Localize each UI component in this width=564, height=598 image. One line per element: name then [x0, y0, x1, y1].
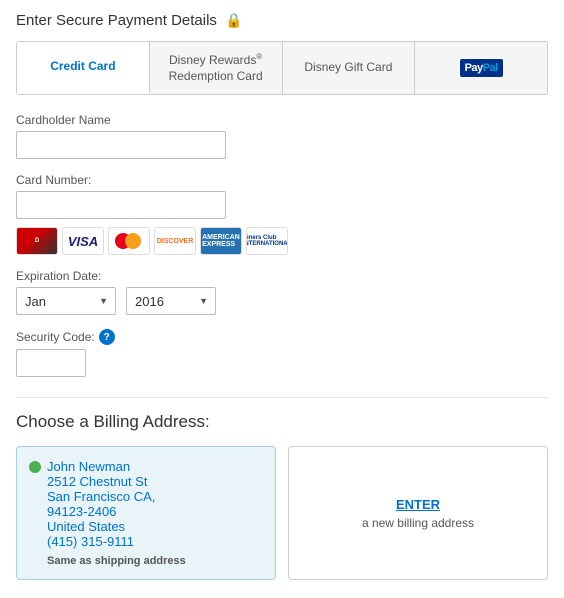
page-title: Enter Secure Payment Details: [16, 12, 217, 29]
expiry-label: Expiration Date:: [16, 269, 548, 283]
address-name: John Newman: [47, 459, 155, 474]
billing-address-card-selected[interactable]: John Newman 2512 Chestnut St San Francis…: [16, 446, 276, 580]
tab-disney-rewards[interactable]: Disney Rewards®Redemption Card: [150, 42, 283, 94]
billing-cards: John Newman 2512 Chestnut St San Francis…: [16, 446, 548, 580]
year-select-wrap: 2016201720182019 2020202120222023 202420…: [126, 287, 216, 315]
enter-billing-link[interactable]: ENTER: [396, 497, 440, 512]
visa-card-icon: VISA: [62, 227, 104, 255]
tab-paypal[interactable]: PayPal: [415, 42, 547, 94]
billing-enter-card[interactable]: ENTER a new billing address: [288, 446, 548, 580]
cardholder-name-group: Cardholder Name: [16, 113, 548, 159]
address-phone: (415) 315-9111: [47, 534, 155, 549]
expiry-row: JanFebMarApr MayJunJulAug SepOctNovDec 2…: [16, 287, 548, 315]
security-code-label-row: Security Code: ?: [16, 329, 548, 345]
radio-selected-dot: [29, 461, 41, 473]
card-number-group: Card Number: D VISA DISCOVER AMERICANEXP…: [16, 173, 548, 255]
same-shipping-label: Same as shipping address: [47, 555, 263, 567]
disney-card-icon: D: [16, 227, 58, 255]
address-details: John Newman 2512 Chestnut St San Francis…: [47, 459, 155, 549]
billing-title: Choose a Billing Address:: [16, 412, 548, 432]
security-help-icon[interactable]: ?: [99, 329, 115, 345]
security-code-label: Security Code:: [16, 330, 95, 344]
mastercard-icon: [108, 227, 150, 255]
month-select[interactable]: JanFebMarApr MayJunJulAug SepOctNovDec: [16, 287, 116, 315]
month-select-wrap: JanFebMarApr MayJunJulAug SepOctNovDec: [16, 287, 116, 315]
amex-icon: AMERICANEXPRESS: [200, 227, 242, 255]
page-header: Enter Secure Payment Details 🔒: [16, 12, 548, 29]
year-select[interactable]: 2016201720182019 2020202120222023 202420…: [126, 287, 216, 315]
discover-icon: DISCOVER: [154, 227, 196, 255]
paypal-logo: PayPal: [460, 59, 503, 77]
card-icons: D VISA DISCOVER AMERICANEXPRESS Diners C…: [16, 227, 548, 255]
address-line4: United States: [47, 519, 155, 534]
tab-disney-gift[interactable]: Disney Gift Card: [283, 42, 416, 94]
billing-section: Choose a Billing Address: John Newman 25…: [16, 397, 548, 580]
enter-billing-content: ENTER a new billing address: [301, 459, 535, 567]
payment-tabs: Credit Card Disney Rewards®Redemption Ca…: [16, 41, 548, 95]
address-radio: John Newman 2512 Chestnut St San Francis…: [29, 459, 263, 549]
security-code-input[interactable]: [16, 349, 86, 377]
card-number-input[interactable]: [16, 191, 226, 219]
enter-billing-sub: a new billing address: [362, 516, 474, 530]
address-line1: 2512 Chestnut St: [47, 474, 155, 489]
tab-credit-card[interactable]: Credit Card: [17, 42, 150, 94]
security-code-group: Security Code: ?: [16, 329, 548, 377]
lock-icon: 🔒: [225, 12, 242, 29]
address-line3: 94123-2406: [47, 504, 155, 519]
expiry-group: Expiration Date: JanFebMarApr MayJunJulA…: [16, 269, 548, 315]
address-line2: San Francisco CA,: [47, 489, 155, 504]
cardholder-name-input[interactable]: [16, 131, 226, 159]
diners-icon: Diners ClubINTERNATIONAL: [246, 227, 288, 255]
cardholder-name-label: Cardholder Name: [16, 113, 548, 127]
card-number-label: Card Number:: [16, 173, 548, 187]
